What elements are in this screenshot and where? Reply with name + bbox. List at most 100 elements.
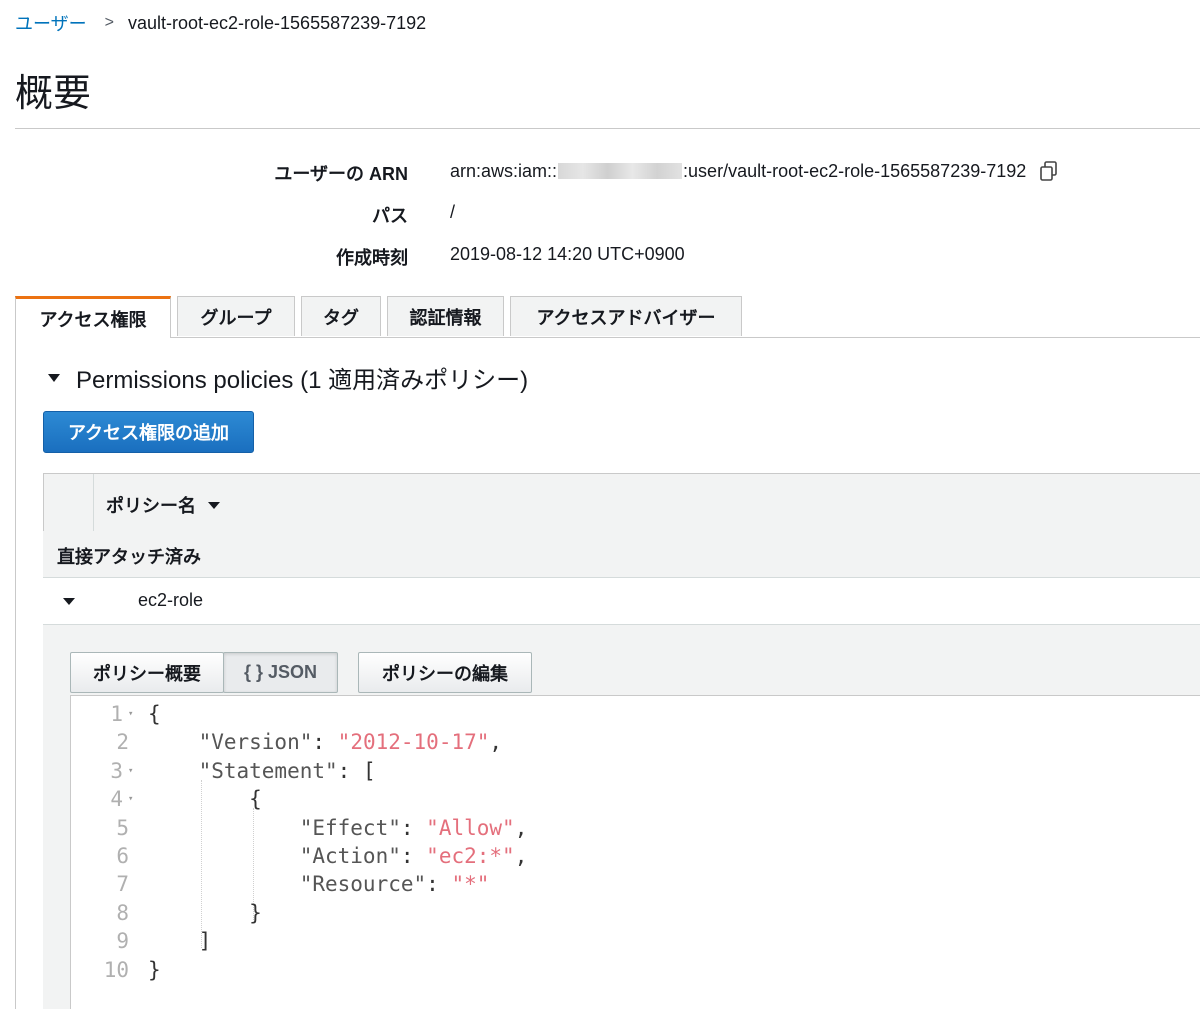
code-text: { — [148, 700, 161, 728]
json-punctuation: , — [514, 815, 528, 840]
arn-row: ユーザーの ARN arn:aws:iam:: :user/vault-root… — [0, 160, 1200, 190]
path-label: パス — [372, 206, 408, 226]
chevron-right-icon: > — [104, 14, 114, 31]
line-number: 1 — [110, 702, 123, 726]
json-key: "Action" — [148, 844, 401, 868]
divider — [170, 337, 1200, 338]
arn-label: ユーザーの ARN — [274, 164, 408, 184]
policy-name: ec2-role — [138, 590, 204, 610]
code-line: 8 } — [71, 899, 1200, 927]
code-text: "Action": "ec2:*", — [148, 842, 528, 870]
json-string: "ec2:*" — [426, 844, 515, 868]
copy-icon[interactable] — [1038, 160, 1060, 182]
json-punctuation: } — [148, 900, 262, 925]
code-text: "Effect": "Allow", — [148, 814, 528, 842]
policy-summary-button[interactable]: ポリシー概要 — [70, 652, 224, 693]
code-text: } — [148, 956, 161, 984]
code-line: 5 "Effect": "Allow", — [71, 814, 1200, 842]
group-label: 直接アタッチ済み — [57, 547, 201, 567]
json-string: "*" — [451, 872, 490, 897]
arn-prefix: arn:aws:iam:: — [450, 160, 558, 181]
line-number: 7 — [116, 872, 129, 897]
line-number: 3 — [110, 758, 123, 783]
json-punctuation: { — [148, 702, 161, 726]
json-punctuation: : — [426, 872, 452, 897]
json-punctuation: : — [400, 815, 427, 840]
json-view-button[interactable]: { } JSON — [223, 652, 338, 693]
policy-table-header: ポリシー名 — [43, 473, 1200, 532]
code-line: 10} — [71, 956, 1200, 984]
line-number: 8 — [116, 900, 129, 925]
tab-credentials[interactable]: 認証情報 — [387, 296, 504, 336]
code-text: ] — [148, 927, 212, 955]
json-punctuation: : — [312, 730, 338, 755]
fold-caret-icon[interactable]: ▾ — [128, 757, 136, 785]
json-punctuation: , — [489, 730, 503, 755]
json-key: "Effect" — [148, 815, 401, 840]
code-text: "Statement": [ — [148, 757, 376, 785]
json-key: "Version" — [148, 730, 313, 755]
code-line: 7 "Resource": "*" — [71, 870, 1200, 898]
policy-name-column-label: ポリシー名 — [106, 496, 196, 516]
expand-caret-icon[interactable] — [63, 598, 75, 605]
json-punctuation: } — [148, 957, 161, 982]
created-value: 2019-08-12 14:20 UTC+0900 — [450, 244, 685, 264]
select-column — [44, 474, 94, 531]
tab-access-advisor[interactable]: アクセスアドバイザー — [510, 296, 742, 336]
tab-bar: アクセス権限 グループ タグ 認証情報 アクセスアドバイザー — [15, 296, 748, 338]
line-number: 9 — [116, 929, 129, 954]
code-text: { — [148, 785, 262, 813]
breadcrumb-current: vault-root-ec2-role-1565587239-7192 — [127, 12, 427, 33]
attached-directly-group: 直接アタッチ済み — [43, 531, 1200, 578]
tab-permissions[interactable]: アクセス権限 — [15, 296, 171, 338]
json-punctuation: : [ — [337, 758, 376, 783]
add-permissions-button[interactable]: アクセス権限の追加 — [43, 411, 254, 453]
json-key: "Resource" — [148, 872, 427, 897]
created-row: 作成時刻 2019-08-12 14:20 UTC+0900 — [0, 244, 1200, 274]
json-key: "Statement" — [148, 758, 338, 783]
line-number: 5 — [116, 815, 129, 840]
breadcrumb: ユーザー > vault-root-ec2-role-1565587239-71… — [15, 10, 426, 36]
page-title: 概要 — [15, 73, 92, 115]
permissions-section-toggle[interactable]: Permissions policies (1 適用済みポリシー) — [48, 360, 528, 395]
json-punctuation: , — [514, 844, 528, 868]
fold-caret-icon[interactable]: ▾ — [128, 700, 136, 728]
code-text: "Version": "2012-10-17", — [148, 728, 502, 756]
code-text: "Resource": "*" — [148, 870, 490, 898]
json-string: "Allow" — [426, 815, 515, 840]
arn-value[interactable]: arn:aws:iam:: :user/vault-root-ec2-role-… — [450, 160, 1060, 182]
tab-tags[interactable]: タグ — [301, 296, 381, 336]
code-line: 2 "Version": "2012-10-17", — [71, 728, 1200, 756]
sort-caret-icon — [208, 501, 220, 509]
code-text: } — [148, 899, 262, 927]
line-number: 10 — [103, 957, 129, 982]
code-line: 4 ▾ { — [71, 785, 1200, 813]
json-punctuation: { — [148, 787, 262, 812]
json-punctuation: : — [400, 844, 427, 868]
breadcrumb-users-link[interactable]: ユーザー — [15, 10, 87, 36]
redacted-account-id — [558, 163, 683, 179]
policy-name-column-header[interactable]: ポリシー名 — [106, 492, 220, 518]
json-editor[interactable]: 1 ▾{2 "Version": "2012-10-17", 3 ▾ "Stateme… — [70, 695, 1200, 1009]
divider — [15, 128, 1200, 129]
created-label: 作成時刻 — [336, 248, 408, 268]
arn-suffix: :user/vault-root-ec2-role-1565587239-719… — [683, 160, 1027, 181]
json-punctuation: ] — [148, 929, 212, 954]
caret-down-icon — [48, 373, 60, 382]
fold-caret-icon[interactable]: ▾ — [128, 785, 136, 813]
edit-policy-button[interactable]: ポリシーの編集 — [358, 652, 532, 693]
policy-detail-panel: ポリシー概要 { } JSON ポリシーの編集 1 ▾{2 "Version": … — [43, 625, 1200, 1009]
code-line: 6 "Action": "ec2:*", — [71, 842, 1200, 870]
divider — [15, 337, 16, 1009]
line-number: 2 — [116, 730, 129, 755]
line-number: 4 — [110, 787, 123, 812]
code-line: 3 ▾ "Statement": [ — [71, 757, 1200, 785]
table-row[interactable]: ec2-role — [43, 578, 1200, 625]
line-number: 6 — [116, 844, 129, 868]
code-line: 9 ] — [71, 927, 1200, 955]
path-value: / — [450, 202, 456, 222]
json-string: "2012-10-17" — [337, 730, 490, 755]
path-row: パス / — [0, 202, 1200, 232]
tab-groups[interactable]: グループ — [177, 296, 295, 336]
code-line: 1 ▾ { — [71, 700, 1200, 728]
